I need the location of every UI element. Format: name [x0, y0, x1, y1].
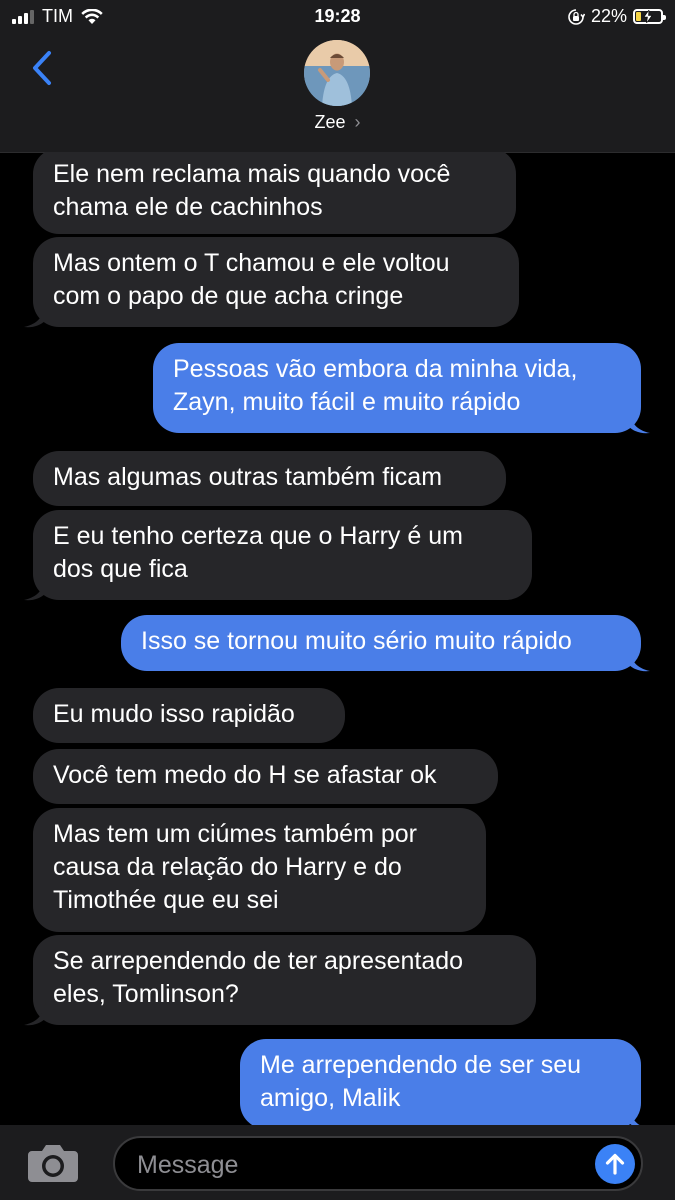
- message-bubble-received[interactable]: Mas tem um ciúmes também por causa da re…: [33, 808, 486, 932]
- bubble-tail: [628, 646, 650, 672]
- message-bubble-received[interactable]: Ele nem reclama mais quando você chama e…: [33, 152, 516, 234]
- bubble-tail: [24, 1000, 46, 1026]
- battery-level-fill: [636, 12, 642, 21]
- message-bubble-received[interactable]: Mas algumas outras também ficam: [33, 451, 506, 506]
- contact-name: Zee: [314, 112, 346, 132]
- message-bubble-received[interactable]: Se arrependendo de ter apresentado eles,…: [33, 935, 536, 1025]
- status-bar: TIM 19:28 22%: [0, 0, 675, 34]
- message-input-field: [113, 1136, 643, 1191]
- battery-percent: 22%: [590, 6, 627, 26]
- orientation-lock-icon: [568, 8, 585, 25]
- message-bubble-received[interactable]: Eu mudo isso rapidão: [33, 688, 345, 743]
- contact-chevron-icon: ›: [354, 112, 361, 132]
- conversation-header: Zee ›: [0, 34, 675, 153]
- bubble-tail: [628, 408, 650, 434]
- bubble-tail: [24, 302, 46, 328]
- bubble-tail: [24, 575, 46, 601]
- message-bubble-received[interactable]: E eu tenho certeza que o Harry é um dos …: [33, 510, 532, 600]
- send-button[interactable]: [595, 1144, 635, 1184]
- message-bubble-sent[interactable]: Me arrependendo de ser seu amigo, Malik: [240, 1039, 641, 1125]
- message-input[interactable]: [135, 1146, 579, 1184]
- message-list: Ele nem reclama mais quando você chama e…: [0, 152, 675, 1125]
- status-right: 22%: [567, 6, 666, 27]
- send-arrow-icon: [605, 1153, 625, 1175]
- camera-button[interactable]: [26, 1142, 80, 1184]
- battery-charging-icon: [633, 9, 666, 24]
- contact-name-button[interactable]: Zee ›: [0, 112, 675, 133]
- camera-icon: [28, 1145, 78, 1182]
- message-bubble-sent[interactable]: Isso se tornou muito sério muito rápido: [121, 615, 641, 671]
- back-button[interactable]: [22, 48, 62, 88]
- message-bubble-sent[interactable]: Pessoas vão embora da minha vida, Zayn, …: [153, 343, 641, 433]
- message-bubble-received[interactable]: Mas ontem o T chamou e ele voltou com o …: [33, 237, 519, 327]
- back-chevron-icon: [33, 51, 51, 85]
- message-bubble-received[interactable]: Você tem medo do H se afastar ok: [33, 749, 498, 804]
- bubble-tail: [628, 1104, 640, 1125]
- composer-bar: [0, 1125, 675, 1200]
- avatar[interactable]: [304, 40, 370, 106]
- messages-screen: TIM 19:28 22% Zee › Ele nem reclama mais…: [0, 0, 675, 1200]
